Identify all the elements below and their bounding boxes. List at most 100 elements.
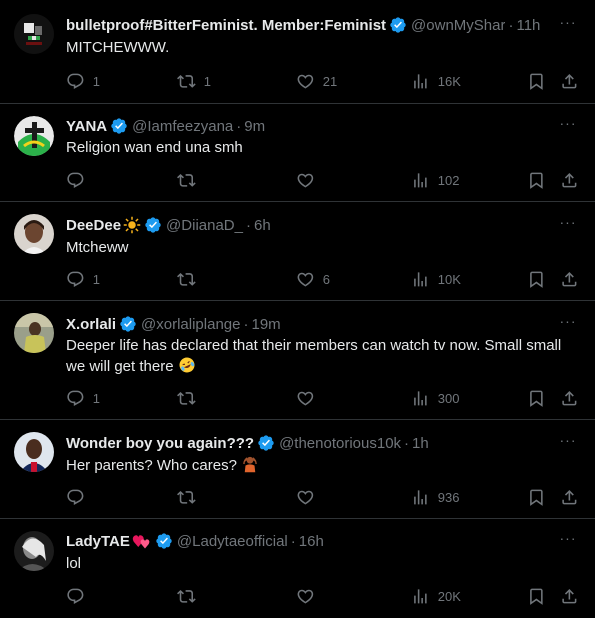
like-button[interactable]: 21 (296, 71, 337, 91)
handle[interactable]: @ownMyShar (411, 17, 505, 34)
tweet-text: MITCHEWWW. (66, 39, 170, 56)
shrug-emoji-icon (243, 456, 257, 473)
share-button[interactable] (560, 170, 579, 190)
avatar[interactable] (14, 531, 54, 571)
views-button[interactable]: 936 (411, 487, 459, 507)
timestamp[interactable]: 1h (412, 435, 429, 452)
like-button[interactable] (296, 388, 323, 408)
action-bar: 102 (56, 170, 583, 190)
views-icon (411, 171, 430, 190)
reply-count: 1 (92, 271, 100, 287)
tweet-header: LadyTAE @Ladytaeofficial · 16h (66, 531, 551, 551)
reply-button[interactable]: 1 (66, 71, 100, 91)
tweet[interactable]: X.orlali @xorlaliplange · 19m ··· Deeper… (0, 301, 595, 420)
display-name[interactable]: bulletproof#BitterFeminist. Member:Femin… (66, 17, 386, 34)
verified-badge-icon (119, 315, 137, 333)
verified-badge-icon (110, 117, 128, 135)
share-button[interactable] (560, 586, 579, 606)
separator-dot: · (245, 216, 251, 234)
more-icon[interactable]: ··· (557, 215, 579, 235)
retweet-button[interactable]: 1 (177, 71, 211, 91)
retweet-button[interactable] (177, 269, 204, 289)
more-icon[interactable]: ··· (557, 531, 579, 551)
like-button[interactable] (296, 487, 323, 507)
display-name[interactable]: X.orlali (66, 316, 116, 333)
views-button[interactable]: 102 (411, 170, 459, 190)
heart-icon (296, 488, 315, 507)
display-name[interactable]: DeeDee (66, 217, 121, 234)
avatar[interactable] (14, 432, 54, 472)
tweet[interactable]: Wonder boy you again??? @thenotorious10k… (0, 420, 595, 519)
retweet-button[interactable] (177, 388, 204, 408)
reply-button[interactable] (66, 487, 93, 507)
reply-icon (66, 171, 85, 190)
handle[interactable]: @xorlaliplange (141, 316, 240, 333)
handle[interactable]: @Ladytaeofficial (177, 533, 288, 550)
bookmark-button[interactable] (527, 170, 546, 190)
handle[interactable]: @thenotorious10k (279, 435, 401, 452)
more-icon[interactable]: ··· (557, 433, 579, 453)
reply-button[interactable]: 1 (66, 388, 100, 408)
like-button[interactable]: 6 (296, 269, 330, 289)
avatar[interactable] (14, 116, 54, 156)
like-count: 21 (322, 73, 338, 89)
tweet[interactable]: bulletproof#BitterFeminist. Member:Femin… (0, 0, 595, 104)
retweet-button[interactable] (177, 170, 204, 190)
like-button[interactable] (296, 170, 323, 190)
tweet-text-block: Her parents? Who cares? (66, 455, 579, 476)
views-button[interactable]: 16K (411, 71, 461, 91)
tweet[interactable]: LadyTAE @Ladytaeofficial · 16h ··· lol 2… (0, 519, 595, 618)
handle[interactable]: @DiianaD_ (166, 217, 243, 234)
share-button[interactable] (560, 388, 579, 408)
bookmark-button[interactable] (527, 388, 546, 408)
action-bar: 1 300 (56, 388, 583, 408)
share-icon (560, 270, 579, 289)
avatar[interactable] (14, 14, 54, 54)
timestamp[interactable]: 11h (516, 17, 540, 34)
retweet-button[interactable] (177, 487, 204, 507)
views-icon (411, 488, 430, 507)
views-button[interactable]: 10K (411, 269, 461, 289)
bookmark-button[interactable] (527, 269, 546, 289)
avatar[interactable] (14, 214, 54, 254)
reply-button[interactable]: 1 (66, 269, 100, 289)
more-icon[interactable]: ··· (557, 314, 579, 334)
like-button[interactable] (296, 586, 323, 606)
views-button[interactable]: 20K (411, 586, 461, 606)
timestamp[interactable]: 16h (299, 533, 324, 550)
bookmark-button[interactable] (527, 586, 546, 606)
avatar[interactable] (14, 313, 54, 353)
bookmark-button[interactable] (527, 487, 546, 507)
display-name[interactable]: YANA (66, 118, 107, 135)
timestamp[interactable]: 9m (244, 118, 265, 135)
tweet[interactable]: DeeDee @DiianaD_ · 6h ··· Mtcheww 1 6 10… (0, 202, 595, 301)
share-icon (560, 72, 579, 91)
more-icon[interactable]: ··· (557, 15, 579, 35)
heart-icon (296, 72, 315, 91)
views-button[interactable]: 300 (411, 388, 459, 408)
handle[interactable]: @Iamfeezyana (132, 118, 233, 135)
share-button[interactable] (560, 487, 579, 507)
bookmark-button[interactable] (527, 71, 546, 91)
reply-button[interactable] (66, 170, 93, 190)
action-bar: 20K (56, 586, 583, 606)
tweet-text: Religion wan end una smh (66, 139, 243, 156)
share-button[interactable] (560, 269, 579, 289)
tweet[interactable]: YANA @Iamfeezyana · 9m ··· Religion wan … (0, 104, 595, 202)
tweet-text: Mtcheww (66, 239, 129, 256)
views-icon (411, 389, 430, 408)
more-icon[interactable]: ··· (557, 116, 579, 136)
retweet-icon (177, 587, 196, 606)
reply-button[interactable] (66, 586, 93, 606)
share-button[interactable] (560, 71, 579, 91)
timestamp[interactable]: 19m (251, 316, 280, 333)
like-count: 6 (322, 271, 330, 287)
retweet-button[interactable] (177, 586, 204, 606)
views-count: 10K (437, 271, 461, 287)
tweet-header: YANA @Iamfeezyana · 9m (66, 116, 551, 136)
display-name[interactable]: LadyTAE (66, 533, 130, 550)
display-name[interactable]: Wonder boy you again??? (66, 435, 254, 452)
sun-emoji-icon (123, 216, 141, 234)
timestamp[interactable]: 6h (254, 217, 271, 234)
views-count: 16K (437, 73, 461, 89)
